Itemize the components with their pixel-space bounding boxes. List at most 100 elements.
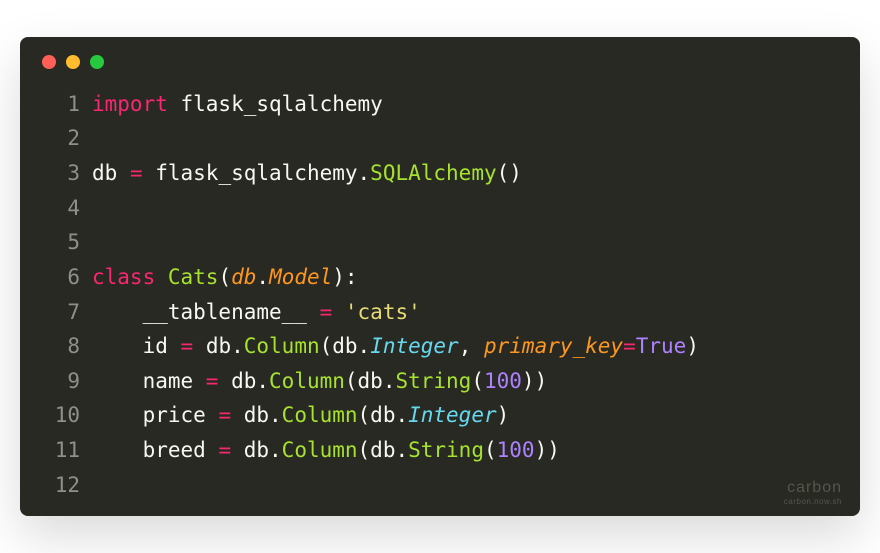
token: )) <box>522 369 547 393</box>
token: __tablename__ <box>92 300 320 324</box>
token: Cats <box>168 265 219 289</box>
window-titlebar <box>42 55 838 69</box>
token: ( <box>471 369 484 393</box>
token: 'cats' <box>345 300 421 324</box>
code-line: 5 <box>42 225 838 260</box>
line-content: name = db.Column(db.String(100)) <box>92 364 547 399</box>
line-number: 9 <box>42 364 80 399</box>
token: (db. <box>358 403 409 427</box>
close-icon[interactable] <box>42 55 56 69</box>
code-block: 1 import flask_sqlalchemy 2 3 db = flask_sq… <box>42 87 838 503</box>
token: Column <box>269 369 345 393</box>
token: True <box>636 334 687 358</box>
token: breed <box>92 438 218 462</box>
line-content: db = flask_sqlalchemy.SQLAlchemy() <box>92 156 522 191</box>
code-line: 7 __tablename__ = 'cats' <box>42 295 838 330</box>
line-number: 8 <box>42 329 80 364</box>
token: () <box>497 161 522 185</box>
token: 100 <box>497 438 535 462</box>
line-number: 12 <box>42 468 80 503</box>
token: (db. <box>358 438 409 462</box>
token: db <box>92 161 130 185</box>
token: name <box>92 369 206 393</box>
token: = <box>130 161 143 185</box>
token: Column <box>244 334 320 358</box>
token: flask_sqlalchemy <box>168 92 383 116</box>
line-content: import flask_sqlalchemy <box>92 87 383 122</box>
code-line: 1 import flask_sqlalchemy <box>42 87 838 122</box>
line-number: 6 <box>42 260 80 295</box>
watermark-name: carbon <box>784 479 842 497</box>
token: id <box>92 334 181 358</box>
token: = <box>218 438 231 462</box>
token: import <box>92 92 168 116</box>
line-content: class Cats(db.Model): <box>92 260 358 295</box>
line-content <box>92 191 105 226</box>
code-line: 11 breed = db.Column(db.String(100)) <box>42 433 838 468</box>
token: = <box>206 369 219 393</box>
code-line: 4 <box>42 191 838 226</box>
token: )) <box>535 438 560 462</box>
token: db <box>231 265 256 289</box>
token: db. <box>218 369 269 393</box>
token: = <box>623 334 636 358</box>
line-number: 10 <box>42 398 80 433</box>
token: price <box>92 403 218 427</box>
token: = <box>320 300 333 324</box>
code-window: 1 import flask_sqlalchemy 2 3 db = flask_sq… <box>20 37 860 517</box>
line-content: id = db.Column(db.Integer, primary_key=T… <box>92 329 699 364</box>
code-line: 8 id = db.Column(db.Integer, primary_key… <box>42 329 838 364</box>
line-number: 7 <box>42 295 80 330</box>
watermark-url: carbon.now.sh <box>784 497 842 506</box>
token: flask_sqlalchemy. <box>143 161 371 185</box>
token: Model <box>269 265 332 289</box>
token: 100 <box>484 369 522 393</box>
code-line: 6 class Cats(db.Model): <box>42 260 838 295</box>
line-content: __tablename__ = 'cats' <box>92 295 421 330</box>
line-content <box>92 121 105 156</box>
token: Column <box>282 403 358 427</box>
code-line: 10 price = db.Column(db.Integer) <box>42 398 838 433</box>
code-line: 12 <box>42 468 838 503</box>
line-number: 3 <box>42 156 80 191</box>
token: String <box>395 369 471 393</box>
token <box>332 300 345 324</box>
code-line: 9 name = db.Column(db.String(100)) <box>42 364 838 399</box>
token: = <box>218 403 231 427</box>
token: db. <box>193 334 244 358</box>
token: String <box>408 438 484 462</box>
token: ) <box>686 334 699 358</box>
token: ): <box>332 265 357 289</box>
token: . <box>256 265 269 289</box>
token: db. <box>231 438 282 462</box>
token: = <box>181 334 194 358</box>
watermark: carbon carbon.now.sh <box>784 479 842 506</box>
token: Column <box>282 438 358 462</box>
line-content: breed = db.Column(db.String(100)) <box>92 433 560 468</box>
token: Integer <box>408 403 497 427</box>
line-content <box>92 468 105 503</box>
code-line: 2 <box>42 121 838 156</box>
token: ( <box>484 438 497 462</box>
maximize-icon[interactable] <box>90 55 104 69</box>
token: SQLAlchemy <box>370 161 496 185</box>
minimize-icon[interactable] <box>66 55 80 69</box>
token: (db. <box>320 334 371 358</box>
line-number: 2 <box>42 121 80 156</box>
line-content <box>92 225 105 260</box>
token <box>155 265 168 289</box>
line-number: 5 <box>42 225 80 260</box>
line-number: 11 <box>42 433 80 468</box>
token: class <box>92 265 155 289</box>
line-number: 1 <box>42 87 80 122</box>
token: Integer <box>370 334 459 358</box>
token: primary_key <box>484 334 623 358</box>
token: ) <box>497 403 510 427</box>
token: (db. <box>345 369 396 393</box>
token: db. <box>231 403 282 427</box>
token: ( <box>218 265 231 289</box>
token: , <box>459 334 484 358</box>
code-line: 3 db = flask_sqlalchemy.SQLAlchemy() <box>42 156 838 191</box>
line-number: 4 <box>42 191 80 226</box>
line-content: price = db.Column(db.Integer) <box>92 398 509 433</box>
